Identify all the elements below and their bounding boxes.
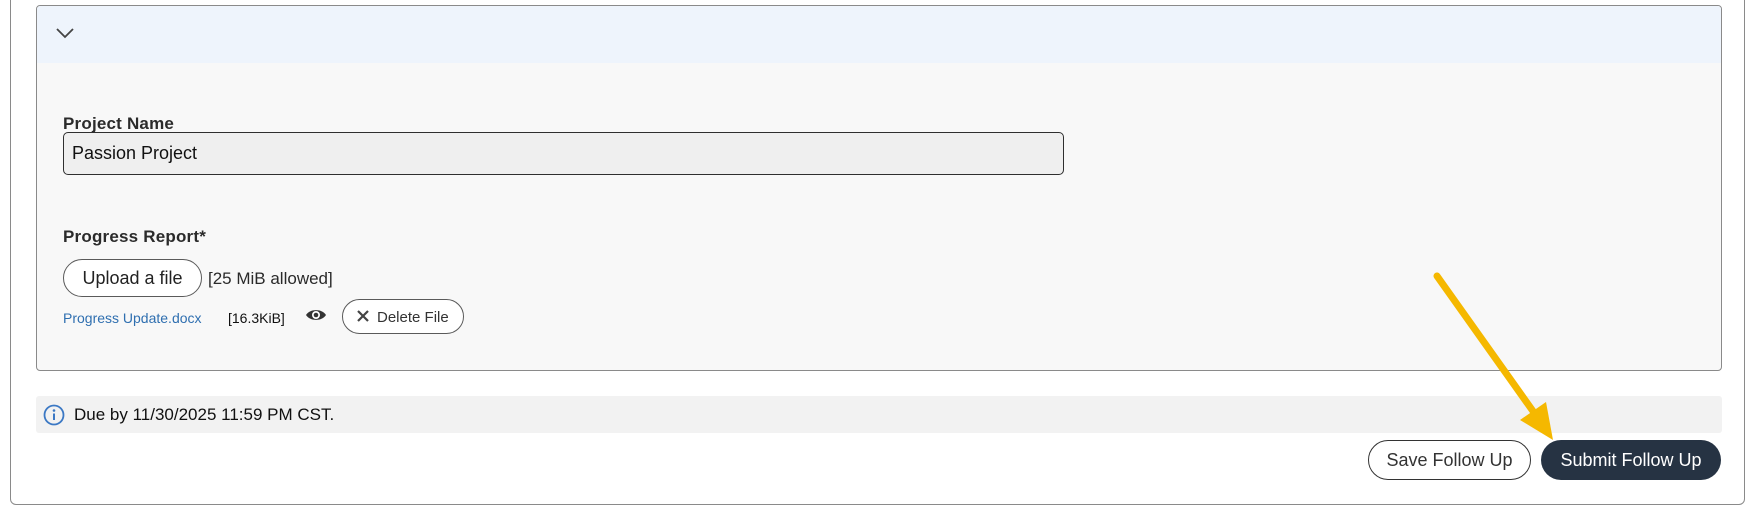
submit-follow-up-button[interactable]: Submit Follow Up	[1541, 440, 1721, 480]
project-name-label: Project Name	[63, 114, 175, 133]
uploaded-file-link[interactable]: Progress Update.docx	[63, 310, 202, 326]
uploaded-file-size: [16.3KiB]	[228, 310, 285, 326]
project-name-input[interactable]	[63, 132, 1064, 175]
eye-icon[interactable]	[305, 307, 327, 323]
upload-size-limit: [25 MiB allowed]	[208, 269, 333, 288]
save-follow-up-button[interactable]: Save Follow Up	[1368, 440, 1531, 480]
panel-header[interactable]	[37, 6, 1721, 63]
due-date-text: Due by 11/30/2025 11:59 PM CST.	[74, 405, 335, 424]
info-icon	[43, 404, 65, 426]
delete-file-button[interactable]: Delete File	[342, 299, 464, 334]
delete-file-label: Delete File	[377, 309, 449, 326]
upload-file-button[interactable]: Upload a file	[63, 259, 202, 297]
due-date-notice: Due by 11/30/2025 11:59 PM CST.	[36, 396, 1722, 433]
progress-report-label: Progress Report*	[63, 227, 207, 246]
project-panel: Project Name Progress Report* Upload a f…	[36, 5, 1722, 371]
close-icon	[357, 310, 369, 322]
chevron-down-icon[interactable]	[55, 26, 75, 40]
